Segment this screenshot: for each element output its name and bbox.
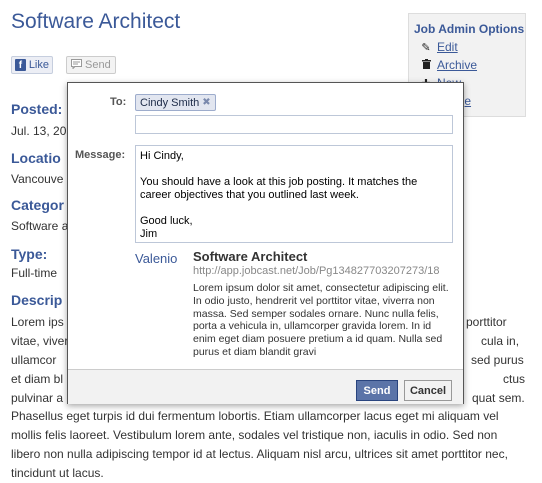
like-label: Like xyxy=(28,59,49,71)
description-left-4: et diam bl xyxy=(11,372,64,386)
message-icon xyxy=(71,58,82,72)
posted-label: Posted: xyxy=(11,101,63,117)
description-label: Descrip xyxy=(11,292,63,308)
message-signoff: Good luck, Jim xyxy=(140,215,193,240)
edit-link[interactable]: Edit xyxy=(437,40,458,54)
recipient-token[interactable]: Cindy Smith ✖ xyxy=(135,94,216,111)
archive-link[interactable]: Archive xyxy=(437,58,477,72)
type-label: Type: xyxy=(11,246,48,262)
shared-job-title: Software Architect xyxy=(193,249,308,264)
trash-icon xyxy=(421,58,431,72)
type-value: Full-time xyxy=(11,266,58,280)
send-label: Send xyxy=(85,59,111,71)
facebook-icon: f xyxy=(15,59,26,71)
like-button[interactable]: f Like xyxy=(11,56,53,74)
description-line-7: mollis felis laoreet. Vestibulum lorem a… xyxy=(11,428,498,442)
description-left-3: ullamcor xyxy=(11,353,57,367)
to-label: To: xyxy=(110,96,127,108)
send-button[interactable]: Send xyxy=(66,56,116,74)
pencil-icon: ✎ xyxy=(421,41,431,54)
posted-value: Jul. 13, 20 xyxy=(11,124,67,138)
description-right-1: porttitor xyxy=(466,315,507,329)
send-dialog: To: Cindy Smith ✖ Message: Hi Cindy, You… xyxy=(67,82,464,404)
dialog-footer: Send Cancel xyxy=(68,369,463,404)
dialog-send-button[interactable]: Send xyxy=(356,380,398,401)
recipient-name: Cindy Smith xyxy=(140,96,200,109)
description-left-1: Lorem ips xyxy=(11,315,64,329)
description-right-2: cula in, xyxy=(481,334,520,348)
shared-job-description: Lorem ipsum dolor sit amet, consectetur … xyxy=(193,282,449,358)
admin-edit[interactable]: ✎ Edit xyxy=(421,40,458,54)
remove-recipient-icon[interactable]: ✖ xyxy=(202,97,210,108)
message-body: You should have a look at this job posti… xyxy=(140,176,418,201)
location-label: Locatio xyxy=(11,150,61,166)
message-greeting: Hi Cindy, xyxy=(140,150,184,162)
description-left-2: vitae, viver xyxy=(11,334,69,348)
description-right-5: quat sem. xyxy=(472,391,525,405)
admin-title: Job Admin Options xyxy=(414,22,525,36)
shared-job-url: http://app.jobcast.net/Job/Pg13482770320… xyxy=(193,265,440,277)
description-left-5: pulvinar a xyxy=(11,391,64,405)
recipient-input[interactable] xyxy=(135,115,453,134)
page-title: Software Architect xyxy=(11,10,181,33)
category-value: Software a xyxy=(11,219,69,233)
message-label: Message: xyxy=(75,149,126,161)
location-value: Vancouve xyxy=(11,172,64,186)
description-line-6: Phasellus eget turpis id dui fermentum l… xyxy=(11,409,499,423)
site-name: Valenio xyxy=(135,251,178,266)
message-textarea[interactable]: Hi Cindy, You should have a look at this… xyxy=(135,145,453,243)
category-label: Categor xyxy=(11,197,64,213)
dialog-cancel-button[interactable]: Cancel xyxy=(404,380,452,401)
description-right-3: sed purus xyxy=(471,353,524,367)
admin-archive[interactable]: Archive xyxy=(421,58,477,72)
description-line-9: tincidunt ut lacus. xyxy=(11,466,104,480)
description-line-8: libero non nulla adipiscing tempor id at… xyxy=(11,447,508,461)
description-right-4: ctus xyxy=(503,372,526,386)
